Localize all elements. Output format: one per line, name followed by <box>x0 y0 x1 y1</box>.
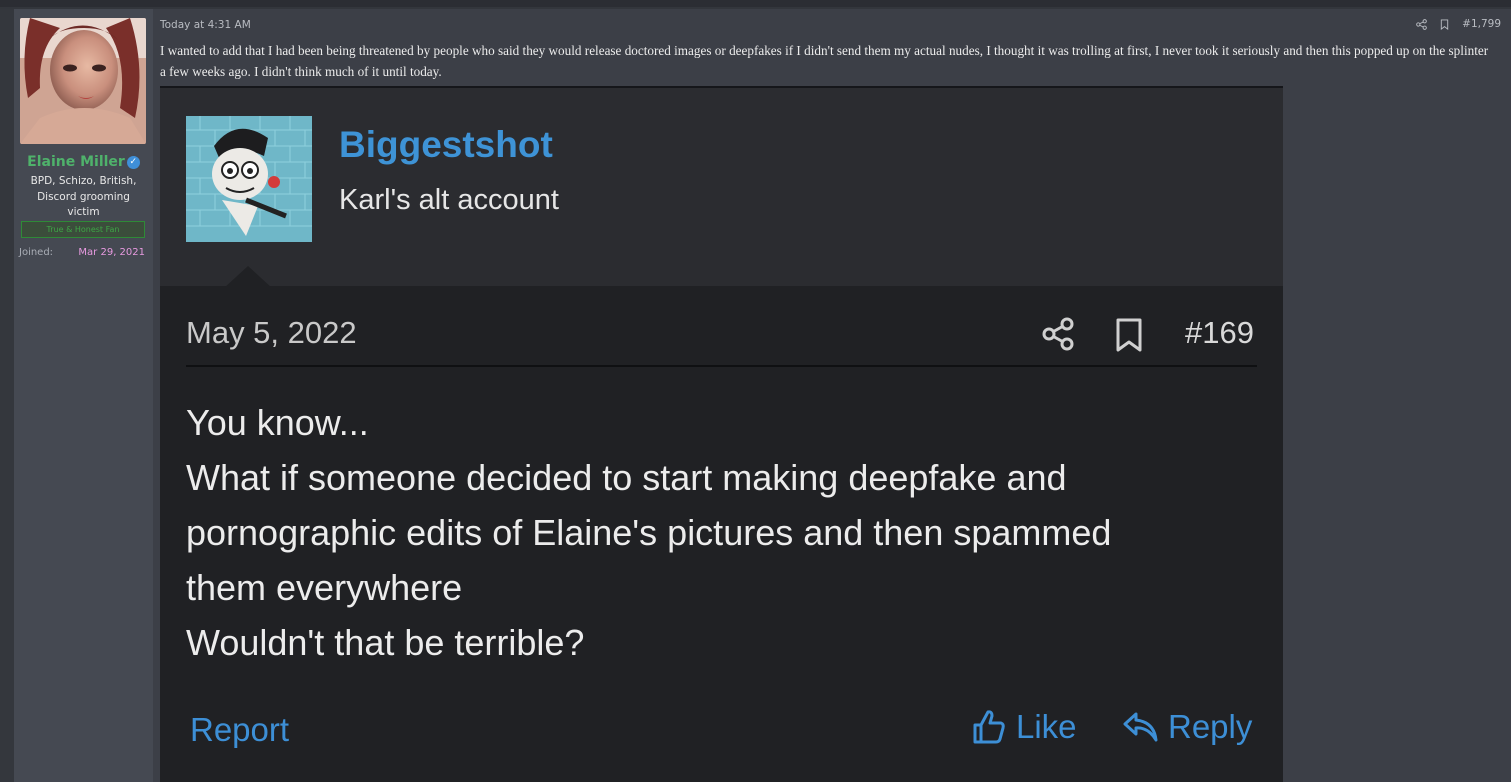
embed-line: Wouldn't that be terrible? <box>186 622 585 663</box>
bookmark-icon <box>1116 318 1142 352</box>
username-text[interactable]: Elaine Miller <box>27 154 125 170</box>
username[interactable]: Elaine Miller ✓ <box>14 154 153 170</box>
like-label: Like <box>1016 708 1077 745</box>
embed-message: You know... What if someone decided to s… <box>186 395 1266 670</box>
joined-date: Mar 29, 2021 <box>78 247 145 258</box>
embed-header: Biggestshot Karl's alt account <box>160 88 1283 288</box>
embed-post-number: #169 <box>1185 315 1254 350</box>
embed-line: What if someone decided to start making … <box>186 457 1067 498</box>
reply-label: Reply <box>1168 708 1253 745</box>
post-body: I wanted to add that I had been being th… <box>160 43 1489 79</box>
reply-icon <box>1123 712 1158 742</box>
share-icon[interactable] <box>1416 18 1427 30</box>
embed-username: Biggestshot <box>339 124 553 165</box>
embed-line: them everywhere <box>186 567 463 608</box>
thumbs-up-icon <box>973 710 1005 744</box>
user-title: BPD, Schizo, British, Discord grooming v… <box>30 175 137 218</box>
embed-reply: Reply <box>1122 708 1252 746</box>
post-actions: #1,799 <box>1416 18 1501 30</box>
post-number[interactable]: #1,799 <box>1462 18 1501 30</box>
left-gutter <box>0 9 14 782</box>
user-avatar[interactable] <box>20 18 146 144</box>
embed-avatar <box>186 116 312 242</box>
embed-divider <box>186 365 1257 367</box>
verified-icon: ✓ <box>126 155 140 169</box>
share-icon <box>1042 317 1074 351</box>
embed-line: pornographic edits of Elaine's pictures … <box>186 512 1112 553</box>
embed-user-title: Karl's alt account <box>339 184 559 216</box>
embed-like: Like <box>972 708 1077 746</box>
header-notch <box>224 266 272 288</box>
embed-date: May 5, 2022 <box>186 315 357 350</box>
top-bar <box>0 0 1511 9</box>
user-panel: Elaine Miller ✓ BPD, Schizo, British, Dis… <box>14 9 153 782</box>
embedded-post-image: Biggestshot Karl's alt account May 5, 20… <box>160 86 1283 782</box>
bookmark-icon[interactable] <box>1439 18 1450 30</box>
user-banner: True & Honest Fan <box>21 221 145 238</box>
embed-report-link: Report <box>190 711 290 748</box>
embed-line: You know... <box>186 402 369 443</box>
post-timestamp[interactable]: Today at 4:31 AM <box>160 19 251 31</box>
joined-label: Joined: <box>19 247 54 258</box>
